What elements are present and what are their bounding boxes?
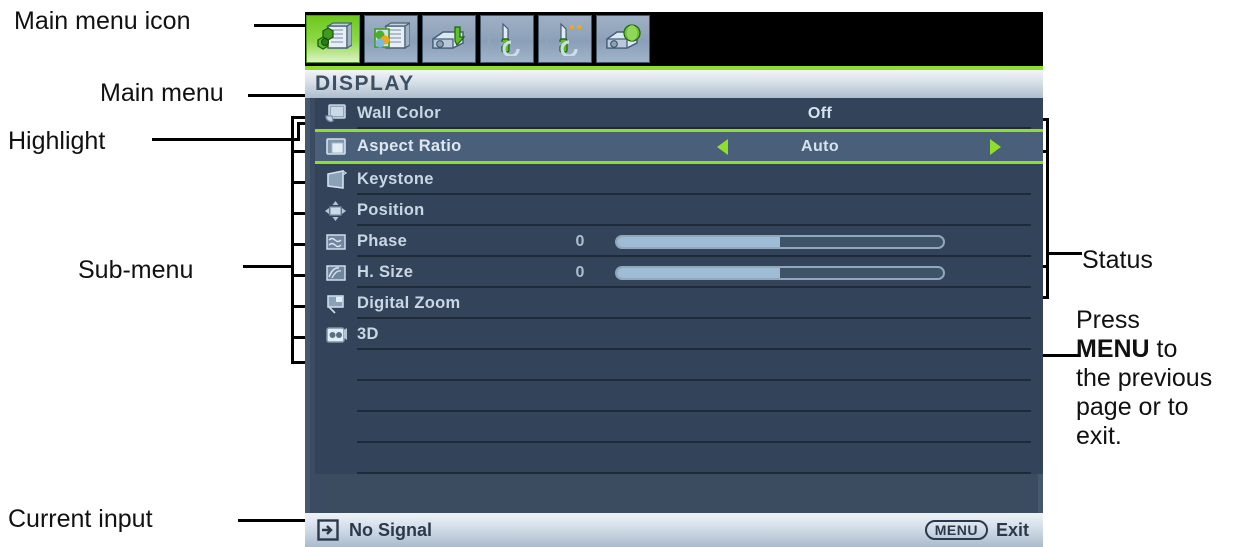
row-icon-cell: [315, 288, 357, 319]
digital-zoom-icon: [327, 294, 344, 314]
osd-status-bar: No Signal MENU Exit: [305, 513, 1043, 547]
table-row[interactable]: Wall Color Off: [315, 98, 1043, 129]
press-note-line1: Press: [1076, 306, 1140, 334]
annotation-main-menu-icon: Main menu icon: [14, 7, 191, 35]
slider-fill: [617, 267, 780, 278]
table-row[interactable]: Phase 0: [315, 226, 1043, 257]
keystone-icon: [327, 169, 348, 189]
row-label: Aspect Ratio: [357, 137, 462, 155]
table-row[interactable]: H. Size 0: [315, 257, 1043, 288]
row-value: Auto: [800, 137, 840, 155]
row-icon-cell: [315, 132, 357, 161]
phase-icon: [326, 233, 346, 250]
table-row-empty: [315, 381, 1043, 412]
tab-picture[interactable]: [364, 15, 418, 63]
leader-main-menu: [248, 94, 310, 97]
press-note-bold: MENU: [1076, 335, 1150, 363]
row-icon-cell: [315, 195, 357, 226]
tab-source[interactable]: [422, 15, 476, 63]
row-icon-cell: [315, 98, 357, 129]
exit-label: Exit: [995, 519, 1029, 540]
phase-slider[interactable]: [615, 234, 945, 249]
input-label: No Signal: [349, 519, 433, 540]
row-label: 3D: [357, 325, 379, 343]
picture-color-icon: [374, 22, 410, 50]
h-size-slider[interactable]: [615, 265, 945, 280]
annotation-sub-menu: Sub-menu: [78, 256, 194, 284]
table-row-empty: [315, 412, 1043, 443]
increase-arrow-icon[interactable]: [990, 138, 1001, 155]
row-separator: [357, 472, 1031, 474]
leader-status-spine: [1046, 118, 1049, 298]
page-title: DISPLAY: [315, 72, 415, 95]
row-label: Keystone: [357, 170, 434, 188]
table-row[interactable]: Keystone: [315, 164, 1043, 195]
position-icon: [325, 200, 346, 221]
leader-highlight: [152, 138, 300, 141]
osd-panel: DISPLAY Wall Color Off Aspect Ratio Auto…: [305, 12, 1043, 547]
3d-icon: [326, 326, 347, 343]
row-label: H. Size: [357, 263, 414, 281]
projector-info-icon: [606, 24, 641, 49]
leader-current-input: [238, 519, 310, 522]
aspect-ratio-icon: [326, 137, 346, 155]
row-value: Off: [807, 104, 833, 122]
tab-system-setup-advanced[interactable]: [538, 15, 592, 63]
table-row[interactable]: 3D: [315, 319, 1043, 350]
row-number: 0: [575, 263, 585, 281]
tab-display[interactable]: [306, 15, 360, 63]
row-label: Wall Color: [357, 104, 441, 122]
menu-key-badge[interactable]: MENU: [924, 520, 988, 540]
table-row-empty: [315, 350, 1043, 381]
row-number: 0: [575, 232, 585, 250]
leader-submenu: [243, 265, 293, 268]
press-note-rest: the previous page or to exit.: [1076, 364, 1213, 450]
table-row[interactable]: Digital Zoom: [315, 288, 1043, 319]
current-input-indicator: No Signal: [317, 519, 432, 541]
osd-menu-body: Wall Color Off Aspect Ratio Auto Keyston…: [305, 98, 1043, 513]
annotation-current-input: Current input: [8, 505, 153, 533]
tab-system-setup-basic[interactable]: [480, 15, 534, 63]
h-size-icon: [326, 264, 346, 281]
annotation-highlight: Highlight: [8, 127, 106, 155]
annotation-press-menu: Press MENU to the previous page or to ex…: [1076, 306, 1236, 451]
row-icon-cell: [315, 257, 357, 288]
slider-fill: [617, 236, 780, 247]
leader-submenu-spine: [291, 116, 294, 364]
tab-information[interactable]: [596, 15, 650, 63]
projector-icon: [432, 26, 466, 49]
press-note-after: to: [1149, 335, 1178, 363]
leader-status: [1046, 252, 1082, 255]
display-icon: [317, 22, 352, 50]
figure-root: Main menu icon Main menu Highlight Sub-m…: [0, 0, 1236, 547]
screwdriver-wrench-icon: [488, 22, 520, 56]
input-source-icon: [317, 519, 339, 541]
osd-title-bar: DISPLAY: [305, 70, 1043, 98]
exit-hint: MENU Exit: [924, 519, 1029, 541]
row-icon-cell: [315, 164, 357, 195]
row-icon-cell: [315, 319, 357, 350]
row-icon-cell: [315, 226, 357, 257]
table-row[interactable]: Position: [315, 195, 1043, 226]
row-label: Digital Zoom: [357, 294, 461, 312]
row-label: Position: [357, 201, 425, 219]
osd-tab-bar: [305, 12, 1043, 68]
osd-row-list: Wall Color Off Aspect Ratio Auto Keyston…: [315, 98, 1043, 474]
row-label: Phase: [357, 232, 408, 250]
table-row-highlighted[interactable]: Aspect Ratio Auto: [315, 129, 1043, 164]
table-row-empty: [315, 443, 1043, 474]
annotation-status: Status: [1082, 246, 1153, 274]
annotation-main-menu: Main menu: [100, 79, 224, 107]
screwdriver-wrench-advanced-icon: [546, 22, 581, 56]
wall-color-icon: [325, 103, 346, 122]
